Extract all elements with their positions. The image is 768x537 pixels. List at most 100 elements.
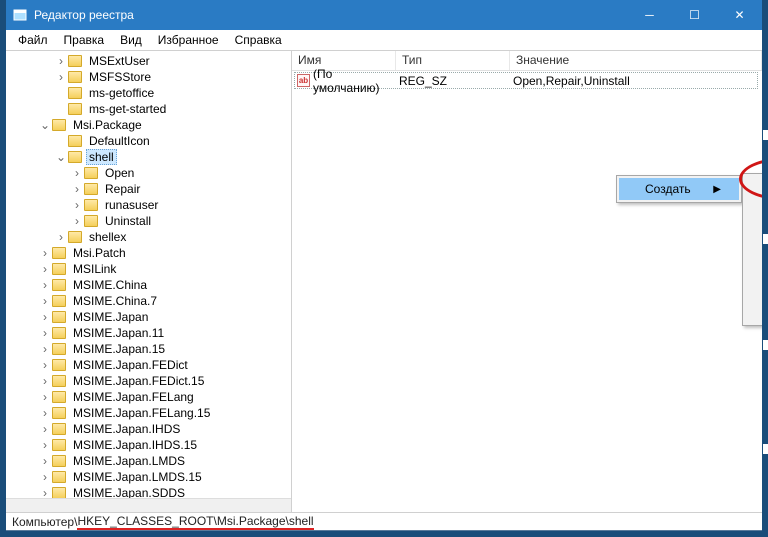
expand-icon[interactable]: ›: [38, 422, 52, 436]
folder-icon: [84, 199, 98, 211]
tree-item[interactable]: ›Msi.Patch: [6, 245, 291, 261]
statusbar: Компьютер\ HKEY_CLASSES_ROOT\Msi.Package…: [6, 512, 762, 530]
tree-item[interactable]: › MSFSStore: [6, 69, 291, 85]
tree-item-label: ms-get-started: [86, 102, 169, 116]
menu-file[interactable]: Файл: [10, 32, 56, 48]
folder-icon: [52, 343, 66, 355]
tree-item[interactable]: ›MSIME.Japan.IHDS.15: [6, 437, 291, 453]
submenu-item[interactable]: Расширяемый строковый параметр: [745, 303, 762, 323]
menu-favorites[interactable]: Избранное: [150, 32, 227, 48]
tree-item[interactable]: ›MSIME.Japan.SDDS: [6, 485, 291, 498]
expand-icon[interactable]: ›: [38, 310, 52, 324]
expand-icon[interactable]: ›: [38, 278, 52, 292]
submenu-item[interactable]: Двоичный параметр: [745, 223, 762, 243]
col-type[interactable]: Тип: [396, 51, 510, 70]
tree-item-label: MSExtUser: [86, 54, 153, 68]
titlebar[interactable]: Редактор реестра ─ ☐ ✕: [6, 0, 762, 30]
collapse-icon[interactable]: ⌄: [54, 150, 68, 164]
tree-item[interactable]: ms-getoffice: [6, 85, 291, 101]
expand-icon[interactable]: ›: [38, 406, 52, 420]
tree-item[interactable]: ›MSIME.China: [6, 277, 291, 293]
tree-item[interactable]: › MSIME.Japan: [6, 309, 291, 325]
tree-item[interactable]: ›shellex: [6, 229, 291, 245]
tree-item[interactable]: › MSIME.Japan.FEDict: [6, 357, 291, 373]
tree-item[interactable]: › Repair: [6, 181, 291, 197]
maximize-button[interactable]: ☐: [672, 0, 717, 30]
tree-hscrollbar[interactable]: [6, 498, 291, 512]
ctx-create[interactable]: Создать ▶: [619, 178, 739, 200]
folder-icon: [52, 279, 66, 291]
expand-icon[interactable]: ›: [38, 262, 52, 276]
value-data: Open,Repair,Uninstall: [509, 74, 757, 88]
tree-item-label: MSIME.Japan.11: [70, 326, 167, 340]
expand-icon[interactable]: ›: [38, 374, 52, 388]
tree-item[interactable]: ms-get-started: [6, 101, 291, 117]
tree-item-label: MSIME.Japan.LMDS.15: [70, 470, 205, 484]
ctx-create-label: Создать: [645, 182, 691, 196]
tree-item[interactable]: › MSIME.Japan.LMDS.15: [6, 469, 291, 485]
tree-item-label: MSIME.China.7: [70, 294, 160, 308]
expand-icon[interactable]: ›: [70, 198, 84, 212]
tree-item[interactable]: › MSIME.Japan.IHDS: [6, 421, 291, 437]
tree-item[interactable]: › Open: [6, 165, 291, 181]
expand-icon[interactable]: ›: [38, 486, 52, 498]
tree-item-label: MSIME.Japan.FEDict: [70, 358, 191, 372]
tree-item[interactable]: ›MSIME.Japan.FEDict.15: [6, 373, 291, 389]
tree-item-label: MSFSStore: [86, 70, 154, 84]
tree-item[interactable]: ›MSIME.Japan.FELang.15: [6, 405, 291, 421]
expand-icon[interactable]: ›: [38, 470, 52, 484]
expand-icon[interactable]: ›: [70, 214, 84, 228]
expand-icon[interactable]: ›: [38, 358, 52, 372]
tree-item[interactable]: ›MSIME.Japan.LMDS: [6, 453, 291, 469]
submenu-item[interactable]: Параметр DWORD (32 бита): [745, 243, 762, 263]
expand-icon[interactable]: ›: [38, 342, 52, 356]
tree-item-label: Open: [102, 166, 137, 180]
tree-item-label: MSIME.Japan: [70, 310, 151, 324]
tree-item[interactable]: ›MSIME.Japan.FELang: [6, 389, 291, 405]
expand-icon[interactable]: ›: [38, 294, 52, 308]
value-row[interactable]: ab(По умолчанию)REG_SZOpen,Repair,Uninst…: [294, 72, 758, 89]
expand-icon[interactable]: ›: [38, 390, 52, 404]
minimize-button[interactable]: ─: [627, 0, 672, 30]
tree-item-label: MSIME.Japan.IHDS: [70, 422, 183, 436]
expand-icon[interactable]: ›: [38, 326, 52, 340]
expand-icon[interactable]: ›: [38, 454, 52, 468]
close-button[interactable]: ✕: [717, 0, 762, 30]
expand-icon[interactable]: ›: [54, 230, 68, 244]
folder-icon: [52, 391, 66, 403]
tree-item-label: Repair: [102, 182, 143, 196]
expand-icon[interactable]: ›: [38, 438, 52, 452]
submenu-item[interactable]: Строковый параметр: [745, 203, 762, 223]
collapse-icon[interactable]: ⌄: [38, 118, 52, 132]
tree-item-label: DefaultIcon: [86, 134, 153, 148]
registry-tree[interactable]: › MSExtUser › MSFSStore ms-getoffice ms-get…: [6, 53, 291, 498]
tree-item[interactable]: DefaultIcon: [6, 133, 291, 149]
expand-icon[interactable]: ›: [54, 54, 68, 68]
tree-item[interactable]: ⌄Msi.Package: [6, 117, 291, 133]
tree-item[interactable]: ›MSILink: [6, 261, 291, 277]
submenu-arrow-icon: ▶: [713, 184, 721, 195]
tree-item[interactable]: ›runasuser: [6, 197, 291, 213]
expand-icon[interactable]: ›: [38, 246, 52, 260]
tree-item[interactable]: › MSExtUser: [6, 53, 291, 69]
submenu-item[interactable]: Мультистроковый параметр: [745, 283, 762, 303]
menu-edit[interactable]: Правка: [56, 32, 113, 48]
menu-view[interactable]: Вид: [112, 32, 150, 48]
submenu-item[interactable]: Раздел: [745, 176, 762, 196]
app-icon: [12, 7, 28, 23]
tree-item[interactable]: › MSIME.China.7: [6, 293, 291, 309]
expand-icon[interactable]: ›: [54, 70, 68, 84]
tree-item[interactable]: ›Uninstall: [6, 213, 291, 229]
expand-icon[interactable]: ›: [70, 166, 84, 180]
tree-item[interactable]: ⌄shell: [6, 149, 291, 165]
menu-help[interactable]: Справка: [227, 32, 290, 48]
desktop-artifact: [763, 444, 768, 454]
folder-icon: [52, 263, 66, 275]
col-value[interactable]: Значение: [510, 51, 762, 70]
submenu-item[interactable]: Параметр QWORD (64 бита): [745, 263, 762, 283]
tree-item[interactable]: › MSIME.Japan.11: [6, 325, 291, 341]
folder-icon: [52, 439, 66, 451]
expand-icon[interactable]: ›: [70, 182, 84, 196]
tree-item[interactable]: ›MSIME.Japan.15: [6, 341, 291, 357]
string-value-icon: ab: [297, 74, 310, 87]
